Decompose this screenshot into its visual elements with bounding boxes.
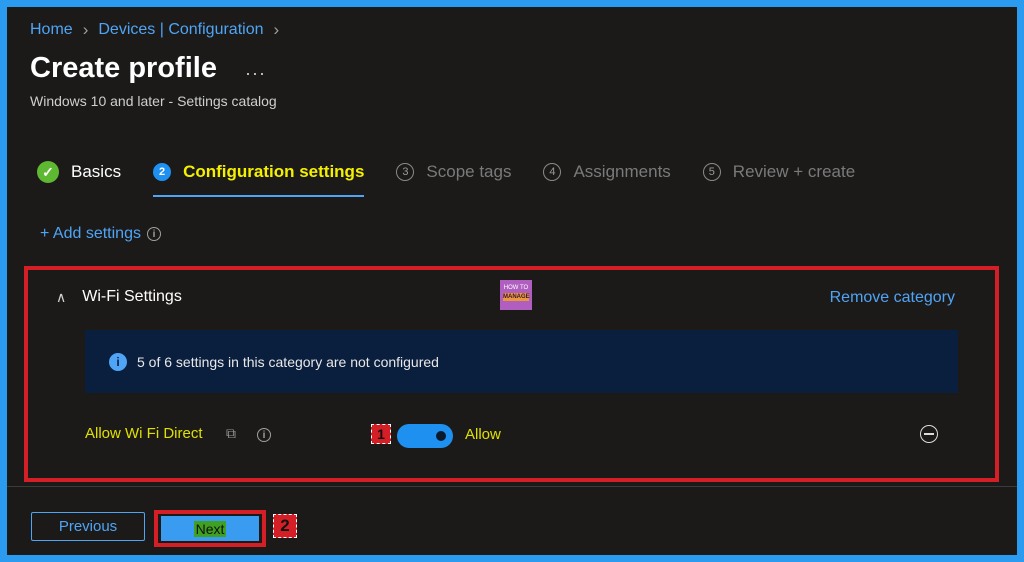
- info-banner-text: 5 of 6 settings in this category are not…: [137, 353, 439, 370]
- copy-icon[interactable]: ⧉: [226, 425, 236, 442]
- callout-badge-2: 2: [273, 514, 297, 538]
- checkmark-icon: ✓: [37, 161, 59, 183]
- step-number: 4: [543, 163, 562, 181]
- breadcrumb: Home › Devices | Configuration ›: [30, 20, 279, 40]
- footer-divider: [7, 486, 1017, 487]
- info-icon[interactable]: i: [146, 227, 161, 241]
- wifi-settings-category: ∧ Wi-Fi Settings HOW TO MANAGE Remove ca…: [24, 266, 999, 482]
- info-icon: i: [109, 352, 127, 371]
- chevron-right-icon: ›: [82, 20, 89, 39]
- setting-name: Allow Wi Fi Direct: [85, 425, 203, 442]
- chevron-up-icon[interactable]: ∧: [56, 289, 66, 306]
- step-label: Scope tags: [426, 162, 512, 181]
- tab-review-create[interactable]: 5 Review + create: [702, 157, 856, 187]
- tab-basics[interactable]: ✓ Basics: [37, 157, 121, 187]
- previous-button[interactable]: Previous: [31, 512, 145, 541]
- category-header[interactable]: ∧ Wi-Fi Settings: [56, 288, 182, 306]
- step-number: 3: [396, 163, 415, 181]
- chevron-right-icon: ›: [273, 20, 280, 39]
- toggle-value-label: Allow: [465, 426, 501, 443]
- remove-category-link[interactable]: Remove category: [830, 289, 955, 307]
- add-settings-link[interactable]: + Add settings i: [40, 225, 161, 243]
- step-label: Review + create: [732, 162, 856, 181]
- breadcrumb-home-link[interactable]: Home: [30, 21, 73, 39]
- remove-setting-icon[interactable]: [920, 425, 938, 443]
- breadcrumb-devices-link[interactable]: Devices | Configuration: [98, 21, 263, 39]
- page-title: Create profile: [30, 52, 217, 84]
- info-banner: i 5 of 6 settings in this category are n…: [85, 330, 958, 393]
- tab-assignments[interactable]: 4 Assignments: [543, 157, 671, 187]
- setting-row-allow-wifi-direct: Allow Wi Fi Direct ⧉ i 1 Allow: [85, 420, 955, 450]
- step-number: 5: [702, 163, 721, 181]
- wizard-steps: ✓ Basics 2 Configuration settings 3 Scop…: [37, 157, 887, 197]
- step-label: Basics: [71, 162, 122, 181]
- next-button[interactable]: Next: [161, 516, 259, 541]
- step-label: Assignments: [573, 162, 671, 181]
- page-subtitle: Windows 10 and later - Settings catalog: [30, 93, 277, 109]
- step-number: 2: [153, 163, 172, 181]
- next-button-highlight: Next: [154, 510, 266, 547]
- portal-window: Home › Devices | Configuration › Create …: [7, 7, 1017, 555]
- howtomanage-logo: HOW TO MANAGE: [500, 280, 532, 310]
- info-icon[interactable]: i: [257, 428, 271, 442]
- logo-text-bottom: MANAGE: [503, 293, 530, 301]
- callout-badge-1: 1: [371, 424, 391, 444]
- category-title: Wi-Fi Settings: [82, 288, 182, 305]
- logo-text-top: HOW TO: [503, 285, 529, 291]
- allow-toggle[interactable]: [397, 424, 453, 448]
- tab-scope-tags[interactable]: 3 Scope tags: [396, 157, 511, 187]
- add-settings-label: + Add settings: [40, 225, 141, 242]
- toggle-knob: [436, 431, 446, 441]
- tab-configuration-settings[interactable]: 2 Configuration settings: [153, 157, 365, 197]
- next-button-label: Next: [193, 520, 227, 537]
- step-label: Configuration settings: [183, 162, 365, 181]
- more-options-icon[interactable]: ···: [245, 63, 266, 84]
